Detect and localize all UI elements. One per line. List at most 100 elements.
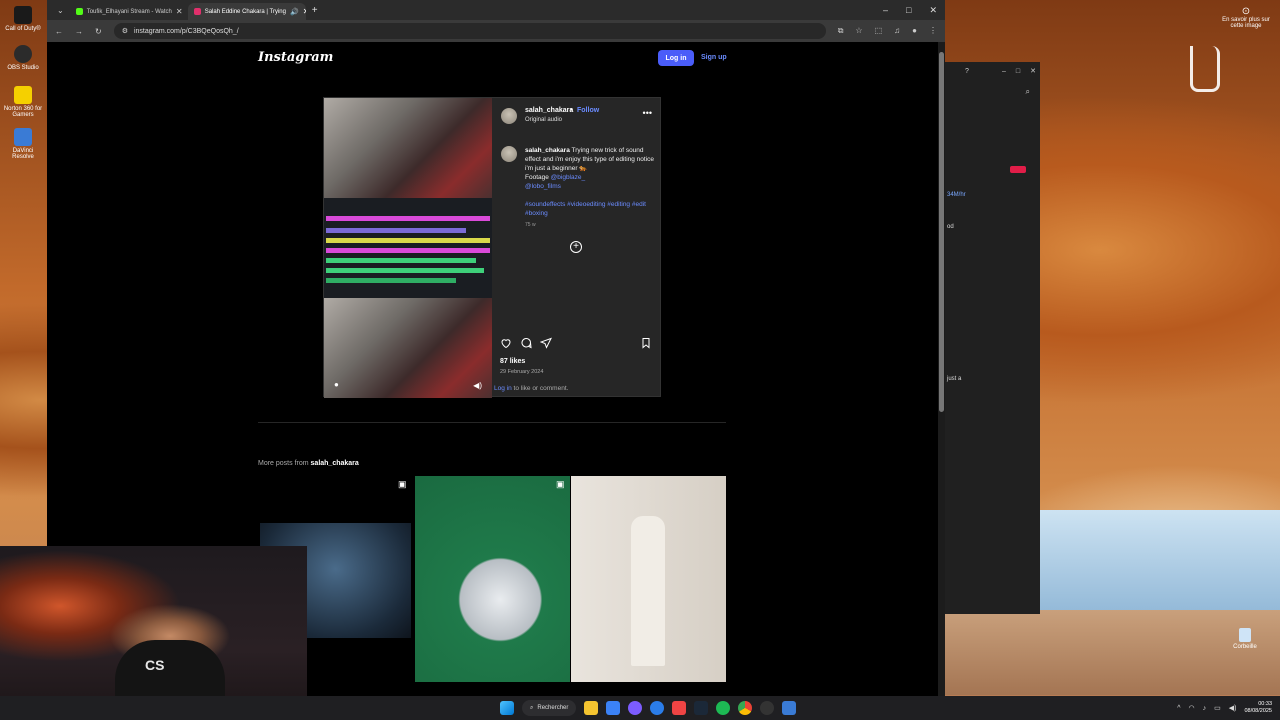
chevron-up-icon[interactable]: ^ xyxy=(1177,705,1180,712)
avatar[interactable] xyxy=(501,108,517,124)
follow-button[interactable]: Follow xyxy=(577,107,599,114)
reload-icon[interactable]: ↻ xyxy=(95,27,102,36)
wifi-icon[interactable]: ◠ xyxy=(1189,704,1195,712)
more-options-icon[interactable]: ••• xyxy=(643,108,652,118)
store-icon[interactable] xyxy=(606,701,621,715)
taskbar-search[interactable]: ⌕ Rechercher xyxy=(522,700,577,716)
mic-icon[interactable]: ♪ xyxy=(1203,705,1207,712)
maximize-icon[interactable]: □ xyxy=(906,5,911,16)
desktop-icon-davinci[interactable]: DaVinci Resolve xyxy=(2,128,44,160)
start-icon[interactable] xyxy=(500,701,514,715)
taskbar: ⌕ Rechercher ^ ◠ ♪ ▭ ◀) 00:33 08/08/2025 xyxy=(0,696,1280,720)
comment-icon[interactable] xyxy=(520,337,532,349)
profile-icon[interactable]: ● xyxy=(912,26,917,36)
obs-icon[interactable] xyxy=(760,701,775,715)
minimize-icon[interactable]: – xyxy=(883,5,888,16)
mention-link[interactable]: @lobo_films xyxy=(525,183,561,190)
install-icon[interactable]: ⧉ xyxy=(838,26,844,36)
close-icon[interactable]: ✕ xyxy=(1030,67,1040,75)
back-icon[interactable]: ← xyxy=(55,27,63,36)
forward-icon[interactable]: → xyxy=(75,27,83,36)
divider xyxy=(258,422,726,423)
battery-icon[interactable]: ▭ xyxy=(1214,704,1221,712)
new-tab-button[interactable]: + xyxy=(306,5,324,16)
media-icon[interactable]: ♫ xyxy=(894,26,900,36)
reel-icon: ▣ xyxy=(398,479,407,489)
heart-icon[interactable] xyxy=(500,337,512,349)
person-figure xyxy=(631,516,665,666)
grid-post-portrait[interactable] xyxy=(571,476,726,682)
background-window-titlebar: ? – □ ✕ xyxy=(945,62,1040,80)
wallpaper-sand xyxy=(940,610,1280,695)
speaker-icon[interactable]: 🔊 xyxy=(290,8,299,16)
login-link[interactable]: Log in xyxy=(494,385,512,392)
desktop-icon-norton[interactable]: Norton 360 for Gamers xyxy=(2,86,44,118)
tagged-user-icon[interactable]: ● xyxy=(334,380,344,390)
login-button[interactable]: Log in xyxy=(658,50,694,66)
page-scrollbar[interactable] xyxy=(938,42,945,696)
wallpaper-info[interactable]: ⊙ En savoir plus sur cette image xyxy=(1216,6,1276,29)
maximize-icon[interactable]: □ xyxy=(1016,68,1020,75)
minimize-icon[interactable]: – xyxy=(1002,68,1006,75)
volume-icon[interactable]: ◀) xyxy=(1229,704,1237,712)
spotify-icon[interactable] xyxy=(716,701,731,715)
likes-count[interactable]: 87 likes xyxy=(500,358,525,365)
address-bar: ← → ↻ ⚙ instagram.com/p/C3BQeQosQh_/ ⧉ ☆… xyxy=(47,20,945,42)
tab-list-icon[interactable]: ⌄ xyxy=(51,6,70,15)
more-posts-heading: More posts from salah_chakara xyxy=(258,460,359,467)
mention-link[interactable]: @bigblaze_ xyxy=(551,174,585,181)
url-field[interactable]: ⚙ instagram.com/p/C3BQeQosQh_/ xyxy=(113,23,826,39)
steam-icon[interactable] xyxy=(694,701,709,715)
tab-kick-stream[interactable]: Toufik_Elhayani Stream - Watch ✕ xyxy=(70,3,188,20)
post-username[interactable]: salah_chakara xyxy=(525,107,573,114)
kick-icon xyxy=(75,8,83,15)
video-frame-bottom xyxy=(324,298,492,398)
call-of-duty-icon xyxy=(14,6,32,24)
desktop-icon-call-of-duty[interactable]: Call of Duty® xyxy=(2,6,44,32)
instagram-logo[interactable]: Instagram xyxy=(258,50,333,65)
close-icon[interactable]: ✕ xyxy=(929,5,937,16)
discord-icon[interactable] xyxy=(628,701,643,715)
post-caption: salah_chakara Trying new trick of sound … xyxy=(525,147,655,217)
search-icon[interactable]: ⌕ xyxy=(1026,87,1030,97)
signup-link[interactable]: Sign up xyxy=(701,54,727,61)
extensions-icon[interactable]: ⬚ xyxy=(875,26,883,36)
desktop-icon-recycle-bin[interactable]: Corbeille xyxy=(1215,628,1275,650)
caption-avatar[interactable] xyxy=(501,146,517,162)
background-window[interactable]: ? – □ ✕ ⌕ 34M/hr od just a xyxy=(945,62,1040,614)
audio-label[interactable]: Original audio xyxy=(525,117,562,123)
mute-icon[interactable]: ◀) xyxy=(473,381,482,390)
help-icon[interactable]: ? xyxy=(965,68,969,75)
post-card: ● ◀) salah_chakara • Follow Original aud… xyxy=(323,97,662,398)
tab-bar: ⌄ Toufik_Elhayani Stream - Watch ✕ Salah… xyxy=(47,0,945,20)
obs-icon xyxy=(14,45,32,63)
grid-post-chain[interactable] xyxy=(415,476,570,682)
star-icon[interactable]: ☆ xyxy=(855,26,862,36)
app-icon[interactable] xyxy=(672,701,687,715)
tab-instagram[interactable]: Salah Eddine Chakara | Trying 🔊 ✕ xyxy=(187,3,306,20)
search-icon: ⌕ xyxy=(530,704,534,711)
more-posts-user-link[interactable]: salah_chakara xyxy=(311,460,359,467)
desktop-icon-obs-studio[interactable]: OBS Studio xyxy=(2,45,44,71)
edge-icon[interactable] xyxy=(650,701,665,715)
add-comment-icon[interactable]: + xyxy=(570,241,582,253)
sidewin-text-2: just a xyxy=(947,376,962,382)
share-icon[interactable] xyxy=(540,337,552,349)
post-date: 29 February 2024 xyxy=(500,369,544,375)
post-sidebar: salah_chakara • Follow Original audio ••… xyxy=(492,98,662,398)
clock[interactable]: 00:33 08/08/2025 xyxy=(1244,701,1272,715)
chrome-icon[interactable] xyxy=(738,701,753,715)
caption-time: 75 w xyxy=(525,222,536,228)
recycle-bin-icon xyxy=(1239,628,1251,642)
close-tab-icon[interactable]: ✕ xyxy=(176,7,183,16)
site-info-icon[interactable]: ⚙ xyxy=(122,27,128,35)
post-video[interactable]: ● ◀) xyxy=(324,98,492,398)
watermark-logo xyxy=(1190,46,1220,92)
window-controls: – □ ✕ xyxy=(883,5,945,16)
davinci-icon[interactable] xyxy=(782,701,797,715)
menu-icon[interactable]: ⋮ xyxy=(929,26,937,36)
sidewin-rate: 34M/hr xyxy=(947,192,966,198)
file-explorer-icon[interactable] xyxy=(584,701,599,715)
hashtags[interactable]: #soundeffects #videoediting #editing #ed… xyxy=(525,201,646,217)
bookmark-icon[interactable] xyxy=(640,337,652,349)
